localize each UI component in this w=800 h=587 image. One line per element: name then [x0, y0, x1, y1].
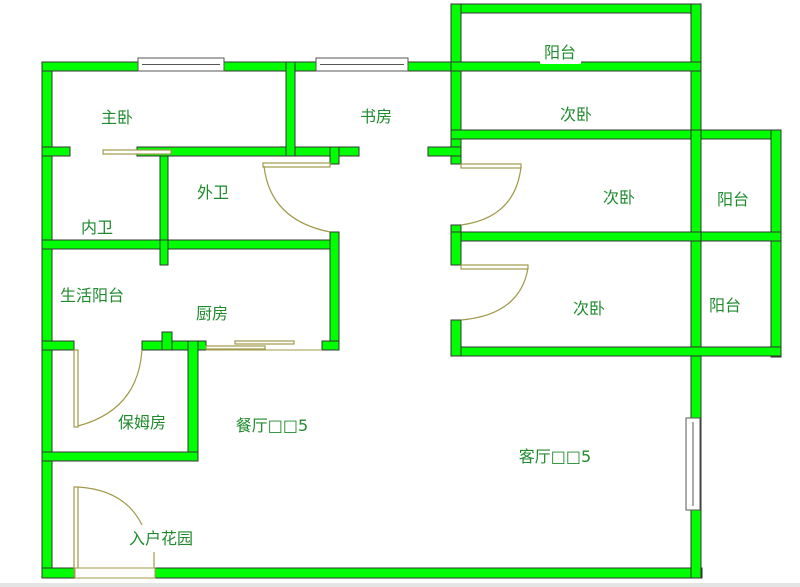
wall-segment: [41, 340, 75, 351]
wall-segment: [159, 155, 169, 249]
bottom-scroll-edge: [0, 583, 800, 587]
wall-segment: [285, 61, 296, 157]
wall-segment: [450, 346, 782, 357]
wall-segment: [41, 61, 53, 579]
wall-segment: [329, 146, 340, 165]
wall-segment: [427, 146, 462, 157]
wall-segment: [450, 231, 462, 266]
wall-segment: [154, 567, 703, 579]
guest-bath-door-swing-arc: [263, 165, 331, 233]
wall-segment: [450, 3, 462, 165]
room-label-living-room: 客厅□□5: [518, 447, 592, 466]
wall-segment: [41, 239, 340, 250]
wall-segment: [41, 146, 71, 157]
room-label-balcony-right-2: 阳台: [708, 296, 742, 315]
wall-segment: [690, 504, 702, 579]
wall-segment: [770, 129, 782, 358]
room-label-entry-garden: 入户花园: [128, 529, 194, 548]
bedroom-3-door-leaf: [460, 264, 529, 270]
entry-threshold: [74, 567, 156, 579]
room-label-guest-bath: 外卫: [196, 183, 230, 202]
room-label-second-bedroom-1: 次卧: [559, 105, 593, 124]
room-label-kitchen: 厨房: [195, 304, 229, 323]
wall-segment: [329, 231, 340, 351]
wall-segment: [404, 61, 456, 72]
room-label-dining-room: 餐厅□□5: [235, 416, 309, 435]
room-label-master-bedroom: 主卧: [100, 108, 134, 127]
room-label-study: 书房: [359, 107, 393, 126]
room-label-second-bedroom-2: 次卧: [602, 188, 636, 207]
wall-segment: [690, 231, 782, 242]
wall-segment: [159, 239, 169, 266]
bedroom-2-door-swing-arc: [460, 166, 522, 226]
wall-segment: [187, 340, 199, 462]
wall-segment: [41, 61, 146, 72]
wall-segment: [450, 319, 462, 357]
kitchen-sliding-door-a: [205, 345, 266, 350]
guest-bath-door-leaf: [262, 162, 331, 168]
wall-segment: [321, 340, 340, 351]
doors: [73, 149, 529, 579]
windows: [137, 57, 701, 511]
room-label-balcony-top: 阳台: [543, 43, 577, 62]
kitchen-sliding-door-b: [234, 340, 295, 345]
entry-door-swing-arc: [77, 486, 143, 526]
wall-segment: [690, 355, 702, 425]
room-label-balcony-right-1: 阳台: [716, 190, 750, 209]
wall-segment: [450, 231, 702, 242]
room-label-nanny-room: 保姆房: [117, 413, 167, 432]
entry-door-leaf: [73, 486, 79, 578]
wall-segment: [450, 129, 782, 140]
wall-segment: [161, 331, 173, 351]
master-bath-sliding-door: [102, 149, 172, 155]
bedroom-3-door-swing-arc: [460, 267, 529, 321]
room-label-second-bedroom-3: 次卧: [572, 299, 606, 318]
room-label-ensuite-bath: 内卫: [80, 218, 114, 237]
room-label-utility-balcony: 生活阳台: [59, 286, 125, 305]
wall-segment: [41, 451, 199, 462]
walls: [41, 3, 782, 579]
wall-segment: [222, 61, 324, 72]
bedroom-2-door-leaf: [460, 163, 522, 169]
wall-segment: [450, 3, 702, 14]
nanny-room-door-leaf: [73, 349, 79, 428]
